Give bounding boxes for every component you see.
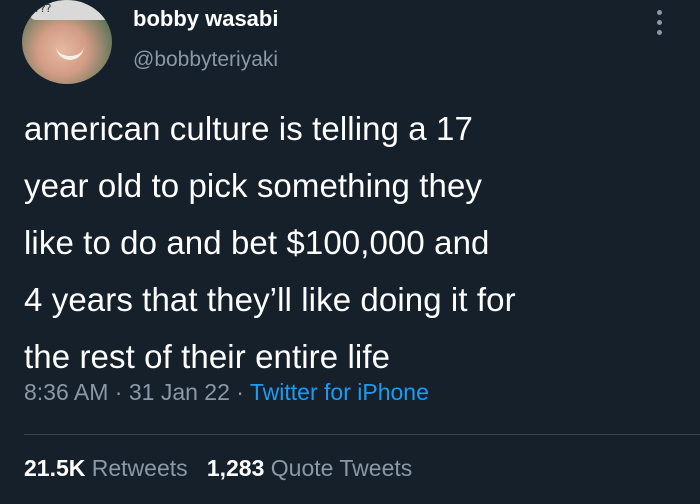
avatar-smile [56, 44, 84, 60]
tweet-text-line: american culture is telling a 17 [24, 110, 473, 147]
quote-tweets-count: 1,283 [206, 455, 265, 481]
divider [24, 434, 700, 435]
display-name[interactable]: bobby wasabi [133, 6, 278, 32]
avatar[interactable]: ??? [22, 0, 112, 84]
more-vertical-icon-dot [657, 30, 662, 35]
retweets-count: 21.5K [24, 455, 86, 481]
tweet-stats: 21.5K Retweets 1,283 Quote Tweets [24, 455, 412, 482]
meta-separator: · [229, 379, 250, 405]
meta-separator: · [108, 379, 129, 405]
retweets-label: Retweets [91, 455, 188, 481]
quote-tweets-stat[interactable]: 1,283 Quote Tweets [207, 455, 412, 481]
more-options-button[interactable] [648, 6, 672, 40]
user-handle[interactable]: @bobbyteriyaki [133, 48, 278, 72]
tweet-time[interactable]: 8:36 AM [24, 379, 108, 405]
more-vertical-icon [657, 10, 662, 15]
tweet-source-link[interactable]: Twitter for iPhone [250, 379, 429, 405]
tweet-text-line: like to do and bet $100,000 and [24, 224, 490, 261]
tweet-text: american culture is telling a 17 year ol… [24, 100, 674, 385]
tweet-text-line: the rest of their entire life [24, 338, 391, 375]
quote-tweets-label: Quote Tweets [270, 455, 413, 481]
avatar-cap-text: ??? [34, 2, 52, 15]
tweet-text-line: year old to pick something they [24, 167, 483, 204]
tweet-meta: 8:36 AM · 31 Jan 22 · Twitter for iPhone [24, 379, 429, 406]
more-vertical-icon-dot [657, 20, 662, 25]
tweet-date[interactable]: 31 Jan 22 [129, 379, 230, 405]
tweet-text-line: 4 years that they’ll like doing it for [24, 281, 516, 318]
retweets-stat[interactable]: 21.5K Retweets [24, 455, 188, 481]
tweet-card: ??? bobby wasabi @bobbyteriyaki american… [0, 0, 700, 504]
avatar-cap: ??? [30, 0, 110, 20]
